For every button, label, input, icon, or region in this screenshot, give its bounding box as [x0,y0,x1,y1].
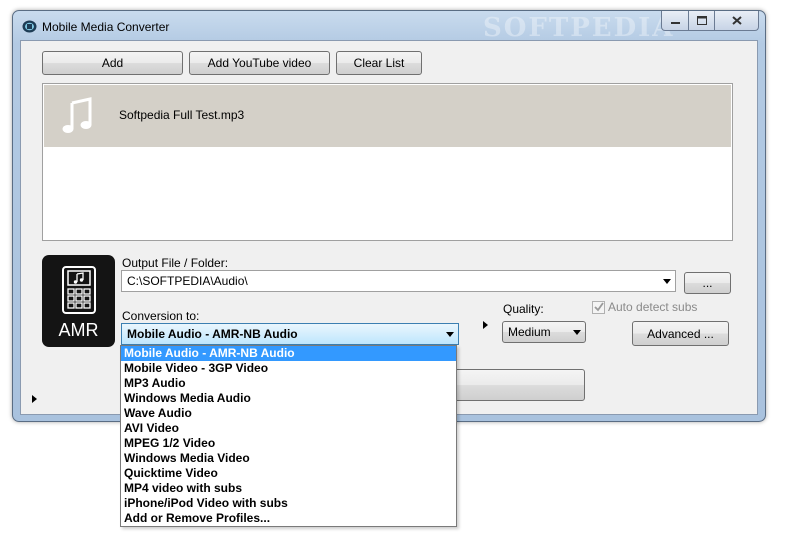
check-icon [594,302,604,312]
title-bar[interactable]: Mobile Media Converter SOFTPEDIA [13,11,765,43]
dropdown-option[interactable]: AVI Video [121,421,456,436]
chevron-down-icon[interactable] [573,330,581,335]
dropdown-option[interactable]: iPhone/iPod Video with subs [121,496,456,511]
profile-label: AMR [58,320,99,340]
chevron-down-icon[interactable] [446,332,454,337]
expand-arrow-icon[interactable] [483,321,488,329]
list-item[interactable]: Softpedia Full Test.mp3 [44,85,731,147]
dropdown-option[interactable]: MPEG 1/2 Video [121,436,456,451]
advanced-button[interactable]: Advanced ... [632,321,729,346]
file-list[interactable]: Softpedia Full Test.mp3 [42,83,733,241]
dropdown-option[interactable]: Add or Remove Profiles... [121,511,456,526]
dropdown-option[interactable]: MP3 Audio [121,376,456,391]
dropdown-option[interactable]: Windows Media Video [121,451,456,466]
dropdown-option[interactable]: Wave Audio [121,406,456,421]
browse-button[interactable]: ... [684,272,731,294]
dropdown-option[interactable]: MP4 video with subs [121,481,456,496]
output-folder-combo[interactable]: C:\SOFTPEDIA\Audio\ [121,270,676,292]
auto-detect-subs-checkbox[interactable] [592,301,605,314]
add-youtube-video-button[interactable]: Add YouTube video [189,51,330,75]
app-icon [22,20,37,33]
close-button[interactable] [715,11,759,31]
title-watermark: SOFTPEDIA [483,13,675,43]
quality-selected: Medium [508,325,551,339]
quality-label: Quality: [503,302,544,316]
add-button[interactable]: Add [42,51,183,75]
dropdown-option[interactable]: Windows Media Audio [121,391,456,406]
music-note-icon [62,97,92,133]
file-name: Softpedia Full Test.mp3 [119,108,245,122]
clear-list-button[interactable]: Clear List [336,51,422,75]
conversion-label: Conversion to: [122,309,200,323]
expand-log-arrow-icon[interactable] [32,395,37,403]
window-controls [661,11,759,31]
maximize-icon [696,16,707,25]
conversion-selected: Mobile Audio - AMR-NB Audio [127,327,298,341]
conversion-combo[interactable]: Mobile Audio - AMR-NB Audio [121,323,459,345]
phone-keypad-music-icon [62,266,96,314]
close-icon [731,16,742,25]
convert-button[interactable] [451,369,585,401]
conversion-dropdown-list[interactable]: Mobile Audio - AMR-NB Audio Mobile Video… [120,345,457,527]
dropdown-option[interactable]: Mobile Video - 3GP Video [121,361,456,376]
minimize-button[interactable] [661,11,689,31]
dropdown-option[interactable]: Mobile Audio - AMR-NB Audio [121,346,456,361]
auto-detect-subs-label: Auto detect subs [608,300,698,314]
output-folder-value: C:\SOFTPEDIA\Audio\ [127,274,248,288]
chevron-down-icon[interactable] [663,279,671,284]
output-folder-label: Output File / Folder: [122,256,229,270]
profile-icon: AMR [42,255,115,347]
maximize-button[interactable] [689,11,715,31]
quality-combo[interactable]: Medium [502,321,586,343]
minimize-icon [670,21,680,24]
window-title: Mobile Media Converter [42,20,170,34]
dropdown-option[interactable]: Quicktime Video [121,466,456,481]
